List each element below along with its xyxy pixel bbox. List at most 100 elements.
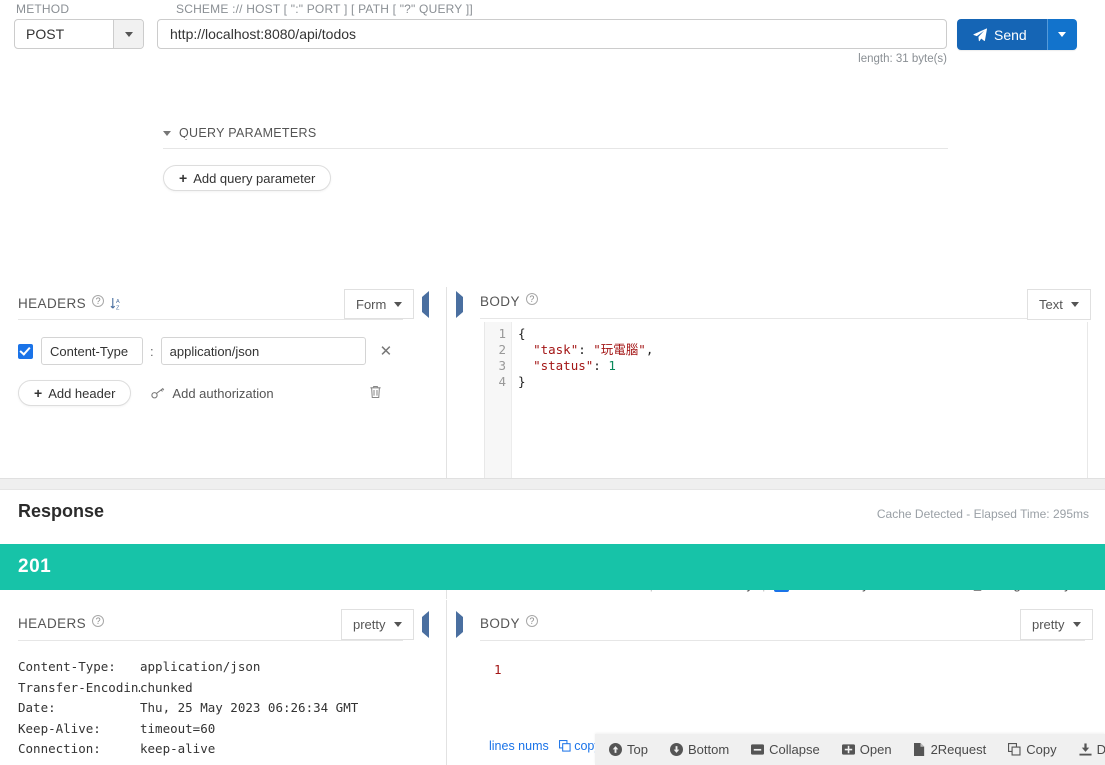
response-header-value: keep-alive <box>140 739 215 760</box>
copy-label: Copy <box>1026 742 1056 757</box>
response-float-toolbar: Top Bottom Collapse <box>595 734 1105 765</box>
copy-button[interactable]: Copy <box>1008 742 1056 757</box>
response-headers-divider <box>18 640 403 641</box>
panel-splitter[interactable] <box>0 478 1105 490</box>
response-body-mode-select[interactable]: pretty <box>1020 609 1093 640</box>
response-headers-mode-select[interactable]: pretty <box>341 609 414 640</box>
response-header-row: Transfer-Encodin… chunked <box>18 678 358 699</box>
key-icon <box>151 387 165 400</box>
request-body-title-row: BODY ? <box>480 294 538 309</box>
header-colon: : <box>150 344 154 359</box>
send-dropdown-toggle[interactable] <box>1047 19 1077 50</box>
arrow-right-icon <box>456 611 463 638</box>
method-value: POST <box>15 20 113 48</box>
url-format-label: SCHEME :// HOST [ ":" PORT ] [ PATH [ "?… <box>176 2 473 16</box>
paper-plane-icon <box>973 28 987 42</box>
chevron-down-icon <box>1071 302 1079 307</box>
request-headers-divider <box>18 319 403 320</box>
svg-text:Z: Z <box>116 305 120 311</box>
response-pane-divider <box>446 600 447 765</box>
response-collapse-right-button[interactable] <box>456 617 463 632</box>
response-header-key: Keep-Alive: <box>18 719 140 740</box>
help-icon[interactable]: ? <box>92 615 104 627</box>
scroll-bottom-label: Bottom <box>688 742 729 757</box>
response-header-value: timeout=60 <box>140 719 215 740</box>
response-header-value: chunked <box>140 678 193 699</box>
collapse-left-button[interactable] <box>422 297 429 312</box>
request-headers-mode-label: Form <box>356 297 386 312</box>
plus-square-icon <box>842 743 855 756</box>
header-row: : ✕ <box>18 337 392 365</box>
header-value-input[interactable] <box>161 337 366 365</box>
collapse-right-button[interactable] <box>456 297 463 312</box>
to-request-label: 2Request <box>931 742 987 757</box>
chevron-down-icon <box>1058 32 1066 37</box>
add-header-button[interactable]: + Add header <box>18 380 131 406</box>
response-title: Response <box>18 501 104 522</box>
help-icon[interactable]: ? <box>526 293 538 305</box>
scroll-top-label: Top <box>627 742 648 757</box>
response-meta: Cache Detected - Elapsed Time: 295ms <box>877 507 1089 521</box>
chevron-down-icon <box>394 622 402 627</box>
response-body-value: 1 <box>494 662 502 677</box>
response-collapse-left-button[interactable] <box>422 617 429 632</box>
chevron-down-icon <box>394 302 402 307</box>
download-button[interactable]: Download <box>1079 742 1105 757</box>
arrow-left-icon <box>422 291 429 318</box>
send-button-main[interactable]: Send <box>957 19 1047 50</box>
minus-square-icon <box>751 743 764 756</box>
open-all-button[interactable]: Open <box>842 742 892 757</box>
response-status-code: 201 <box>18 556 51 578</box>
help-icon[interactable]: ? <box>92 295 104 307</box>
response-header-row: Date: Thu, 25 May 2023 06:26:34 GMT <box>18 698 358 719</box>
request-body-mode-label: Text <box>1039 297 1063 312</box>
query-parameters-section: QUERY PARAMETERS + Add query parameter <box>0 60 1105 138</box>
response-header-row: Connection: keep-alive <box>18 739 358 760</box>
chevron-down-icon <box>1073 622 1081 627</box>
add-authorization-button[interactable]: Add authorization <box>151 386 273 401</box>
document-copy-icon <box>914 743 926 756</box>
plus-icon: + <box>34 385 42 401</box>
response-header: Response Cache Detected - Elapsed Time: … <box>0 490 1105 544</box>
remove-header-button[interactable]: ✕ <box>380 342 393 360</box>
response-body-title: BODY <box>480 616 520 631</box>
help-icon[interactable]: ? <box>526 615 538 627</box>
response-header-key: Connection: <box>18 739 140 760</box>
response-body-links: lines nums copy <box>489 739 601 753</box>
response-header-key: Date: <box>18 698 140 719</box>
arrow-right-icon <box>456 291 463 318</box>
chevron-down-icon <box>125 32 133 37</box>
arrow-up-circle-icon <box>609 743 622 756</box>
arrow-down-circle-icon <box>670 743 683 756</box>
to-request-button[interactable]: 2Request <box>914 742 987 757</box>
download-label: Download <box>1097 742 1105 757</box>
request-panes: HEADERS ? A Z Form : ✕ + <box>0 138 1105 470</box>
send-button[interactable]: Send <box>957 19 1077 50</box>
sort-az-icon[interactable]: A Z <box>110 297 123 311</box>
add-authorization-label: Add authorization <box>172 386 273 401</box>
collapse-all-button[interactable]: Collapse <box>751 742 820 757</box>
header-enabled-checkbox[interactable] <box>18 344 33 359</box>
line-number: 1 <box>485 326 511 342</box>
request-url-bar: METHOD SCHEME :// HOST [ ":" PORT ] [ PA… <box>0 0 1105 60</box>
response-header-value: application/json <box>140 657 260 678</box>
header-key-input[interactable] <box>41 337 143 365</box>
request-headers-title-row: HEADERS ? A Z <box>18 296 123 311</box>
response-header-key: Transfer-Encodin… <box>18 678 140 699</box>
url-input[interactable] <box>157 19 947 49</box>
arrow-left-icon <box>422 611 429 638</box>
clear-headers-button[interactable] <box>369 385 382 399</box>
lines-nums-toggle[interactable]: lines nums <box>489 739 549 753</box>
response-header-value: Thu, 25 May 2023 06:26:34 GMT <box>140 698 358 719</box>
triangle-down-icon <box>163 131 171 136</box>
scroll-bottom-button[interactable]: Bottom <box>670 742 729 757</box>
request-body-title: BODY <box>480 294 520 309</box>
scroll-top-button[interactable]: Top <box>609 742 648 757</box>
method-dropdown-toggle[interactable] <box>113 20 143 48</box>
response-header-row: Content-Type: application/json <box>18 657 358 678</box>
request-body-mode-select[interactable]: Text <box>1027 289 1091 320</box>
send-button-label: Send <box>994 27 1027 43</box>
line-number: 3 <box>485 358 511 374</box>
method-select[interactable]: POST <box>14 19 144 49</box>
request-headers-mode-select[interactable]: Form <box>344 289 414 319</box>
